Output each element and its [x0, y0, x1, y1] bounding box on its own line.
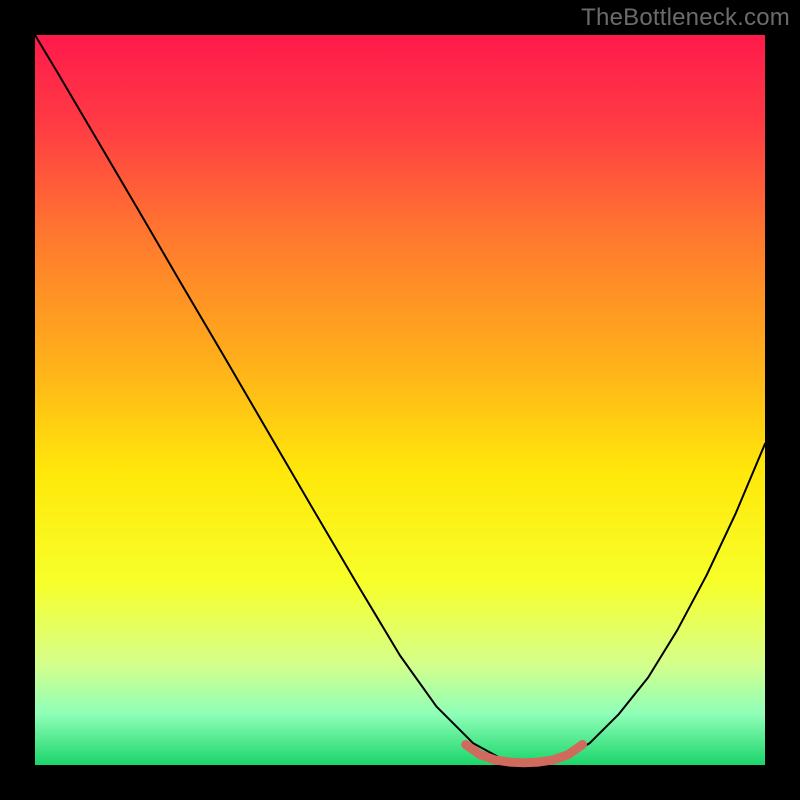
- chart-frame: TheBottleneck.com: [0, 0, 800, 800]
- bottleneck-chart: [0, 0, 800, 800]
- watermark-text: TheBottleneck.com: [581, 4, 790, 32]
